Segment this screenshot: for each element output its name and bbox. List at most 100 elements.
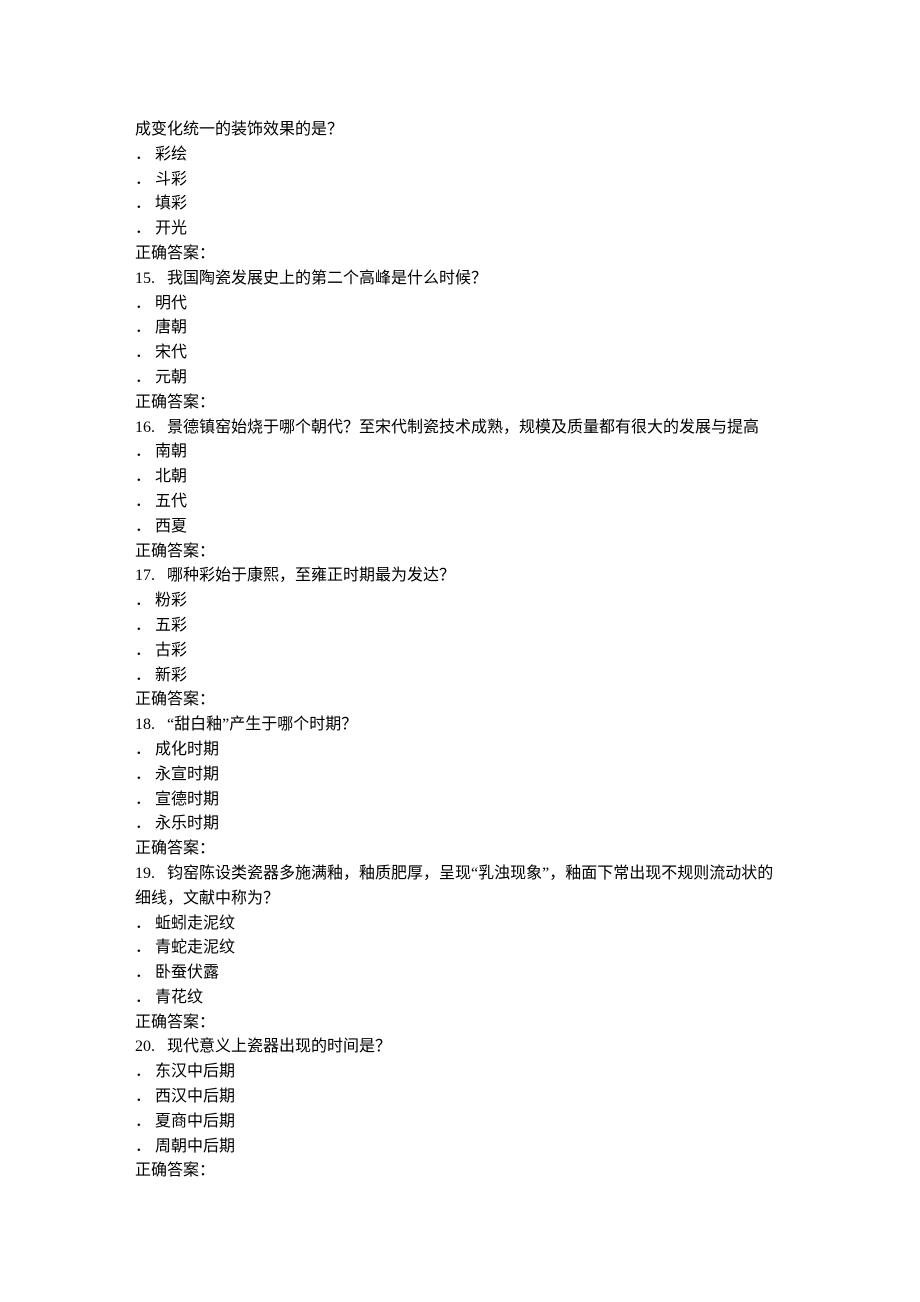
option-text: 五代 <box>155 493 187 510</box>
question-text: 现代意义上瓷器出现的时间是？ <box>167 1038 391 1055</box>
option-text: 元朝 <box>155 369 187 386</box>
option-line: ． 夏商中后期 <box>135 1110 785 1135</box>
document-page: 成变化统一的装饰效果的是？． 彩绘． 斗彩． 填彩． 开光正确答案：15. 我国… <box>0 0 920 1302</box>
option-line: ． 北朝 <box>135 465 785 490</box>
option-text: 明代 <box>155 295 187 312</box>
question-line: 20. 现代意义上瓷器出现的时间是？ <box>135 1035 785 1060</box>
option-text: 南朝 <box>155 443 187 460</box>
option-prefix: ． <box>135 939 151 956</box>
option-prefix: ． <box>135 295 151 312</box>
question-line: 19. 钧窑陈设类瓷器多施满釉，釉质肥厚，呈现“乳浊现象”，釉面下常出现不规则流… <box>135 862 785 912</box>
option-text: 开光 <box>155 220 187 237</box>
option-prefix: ． <box>135 344 151 361</box>
option-prefix: ． <box>135 989 151 1006</box>
question-number: 15. <box>135 270 155 287</box>
question-number: 20. <box>135 1038 155 1055</box>
question-number: 18. <box>135 716 155 733</box>
question-line: 16. 景德镇窑始烧于哪个朝代？至宋代制瓷技术成熟，规模及质量都有很大的发展与提… <box>135 416 785 441</box>
option-text: 唐朝 <box>155 319 187 336</box>
option-text: 新彩 <box>155 667 187 684</box>
option-text: 五彩 <box>155 617 187 634</box>
question-number: 16. <box>135 419 155 436</box>
option-line: ． 宋代 <box>135 341 785 366</box>
option-text: 蚯蚓走泥纹 <box>155 915 235 932</box>
option-line: ． 元朝 <box>135 366 785 391</box>
option-line: ． 五彩 <box>135 614 785 639</box>
option-text: 西汉中后期 <box>155 1088 235 1105</box>
option-line: ． 成化时期 <box>135 738 785 763</box>
option-text: 宣德时期 <box>155 791 219 808</box>
option-text: 永宣时期 <box>155 766 219 783</box>
option-line: ． 明代 <box>135 292 785 317</box>
answer-label: 正确答案： <box>135 391 785 416</box>
option-text: 彩绘 <box>155 146 187 163</box>
question-line: 18. “甜白釉”产生于哪个时期？ <box>135 713 785 738</box>
option-prefix: ． <box>135 195 151 212</box>
option-text: 东汉中后期 <box>155 1063 235 1080</box>
option-text: 青花纹 <box>155 989 203 1006</box>
option-line: ． 西夏 <box>135 515 785 540</box>
option-text: 宋代 <box>155 344 187 361</box>
option-prefix: ． <box>135 667 151 684</box>
option-text: 夏商中后期 <box>155 1113 235 1130</box>
option-prefix: ． <box>135 220 151 237</box>
option-prefix: ． <box>135 493 151 510</box>
question-text: 钧窑陈设类瓷器多施满釉，釉质肥厚，呈现“乳浊现象”，釉面下常出现不规则流动状的细… <box>135 865 773 907</box>
option-line: ． 西汉中后期 <box>135 1085 785 1110</box>
question-text: 成变化统一的装饰效果的是？ <box>135 121 343 138</box>
option-prefix: ． <box>135 741 151 758</box>
option-line: ． 南朝 <box>135 440 785 465</box>
option-prefix: ． <box>135 592 151 609</box>
option-text: 西夏 <box>155 518 187 535</box>
option-prefix: ． <box>135 369 151 386</box>
option-prefix: ． <box>135 319 151 336</box>
question-text: 哪种彩始于康熙，至雍正时期最为发达？ <box>167 567 455 584</box>
option-prefix: ． <box>135 1138 151 1155</box>
option-line: ． 宣德时期 <box>135 788 785 813</box>
option-text: 粉彩 <box>155 592 187 609</box>
option-prefix: ． <box>135 915 151 932</box>
option-text: 青蛇走泥纹 <box>155 939 235 956</box>
option-line: ． 东汉中后期 <box>135 1060 785 1085</box>
option-text: 永乐时期 <box>155 815 219 832</box>
option-line: ． 青花纹 <box>135 986 785 1011</box>
option-prefix: ． <box>135 146 151 163</box>
option-text: 斗彩 <box>155 171 187 188</box>
answer-label: 正确答案： <box>135 1011 785 1036</box>
option-prefix: ． <box>135 964 151 981</box>
option-prefix: ． <box>135 171 151 188</box>
answer-label: 正确答案： <box>135 1159 785 1184</box>
option-text: 卧蚕伏露 <box>155 964 219 981</box>
option-prefix: ． <box>135 518 151 535</box>
option-line: ． 青蛇走泥纹 <box>135 936 785 961</box>
answer-label: 正确答案： <box>135 837 785 862</box>
option-prefix: ． <box>135 791 151 808</box>
option-line: ． 粉彩 <box>135 589 785 614</box>
question-number: 19. <box>135 865 155 882</box>
option-line: ． 五代 <box>135 490 785 515</box>
option-text: 周朝中后期 <box>155 1138 235 1155</box>
option-line: ． 蚯蚓走泥纹 <box>135 912 785 937</box>
option-text: 填彩 <box>155 195 187 212</box>
option-prefix: ． <box>135 1088 151 1105</box>
option-line: ． 卧蚕伏露 <box>135 961 785 986</box>
option-line: ． 永宣时期 <box>135 763 785 788</box>
option-line: ． 永乐时期 <box>135 812 785 837</box>
option-line: ． 唐朝 <box>135 316 785 341</box>
option-line: ． 填彩 <box>135 192 785 217</box>
option-prefix: ． <box>135 443 151 460</box>
option-line: ． 周朝中后期 <box>135 1135 785 1160</box>
option-line: ． 斗彩 <box>135 168 785 193</box>
answer-label: 正确答案： <box>135 242 785 267</box>
option-line: ． 新彩 <box>135 664 785 689</box>
option-text: 北朝 <box>155 468 187 485</box>
question-text: 我国陶瓷发展史上的第二个高峰是什么时候？ <box>167 270 487 287</box>
question-text: “甜白釉”产生于哪个时期？ <box>167 716 357 733</box>
question-line: 17. 哪种彩始于康熙，至雍正时期最为发达？ <box>135 564 785 589</box>
option-prefix: ． <box>135 468 151 485</box>
option-text: 成化时期 <box>155 741 219 758</box>
option-text: 古彩 <box>155 642 187 659</box>
option-prefix: ． <box>135 617 151 634</box>
question-line: 15. 我国陶瓷发展史上的第二个高峰是什么时候？ <box>135 267 785 292</box>
option-prefix: ． <box>135 815 151 832</box>
